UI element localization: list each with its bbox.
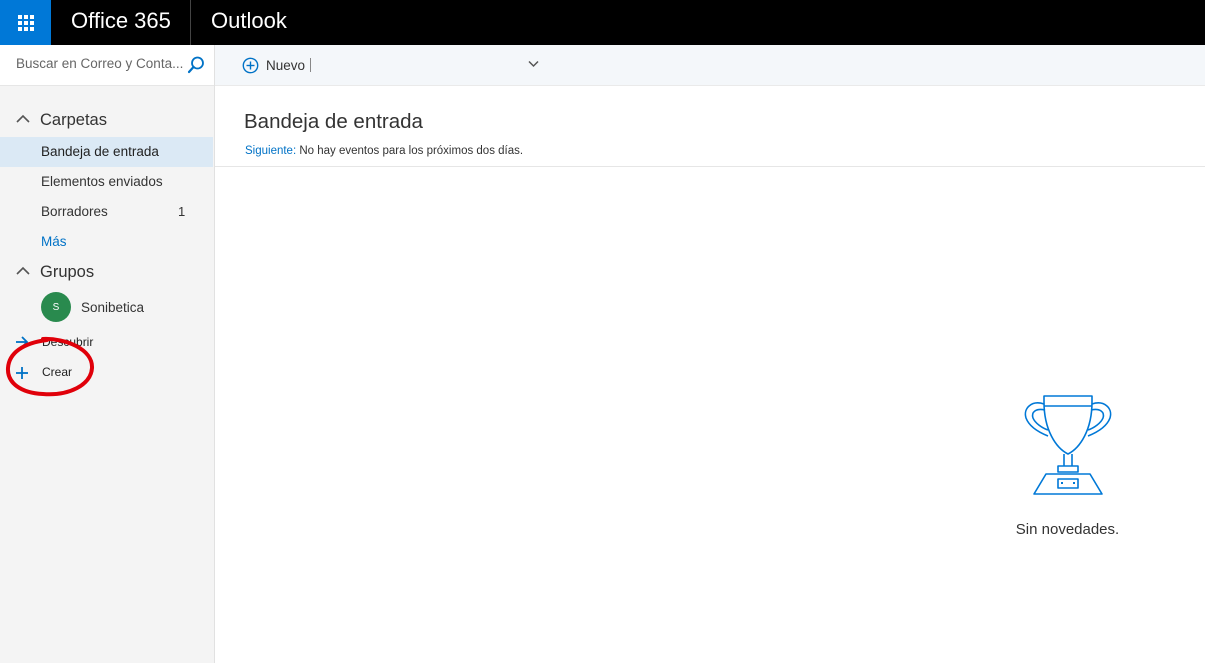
search-icon[interactable] xyxy=(186,55,206,75)
next-events-text: No hay eventos para los próximos dos día… xyxy=(296,145,524,157)
plus-icon xyxy=(16,367,28,379)
search-box xyxy=(0,45,214,86)
next-events-link[interactable]: Siguiente: xyxy=(245,145,296,157)
inbox-header: Bandeja de entrada Siguiente: No hay eve… xyxy=(215,86,1205,167)
arrow-right-icon xyxy=(16,336,29,348)
folder-label: Borradores xyxy=(41,204,108,219)
folder-inbox[interactable]: Bandeja de entrada xyxy=(0,137,213,167)
page-title: Bandeja de entrada xyxy=(244,110,423,133)
chevron-up-icon xyxy=(16,266,30,275)
group-label: Sonibetica xyxy=(81,300,145,315)
folder-drafts[interactable]: Borradores 1 xyxy=(0,197,213,227)
groups-section-header[interactable]: Grupos xyxy=(0,257,214,287)
add-circle-icon xyxy=(242,57,259,73)
chevron-down-icon[interactable] xyxy=(528,60,539,68)
button-divider xyxy=(310,58,312,72)
upcoming-events-notice: Siguiente: No hay eventos para los próxi… xyxy=(245,145,523,157)
search-input[interactable] xyxy=(16,56,186,71)
trophy-icon xyxy=(1024,395,1112,495)
discover-groups-link[interactable]: Descubrir xyxy=(0,330,213,356)
new-message-button[interactable]: Nuevo xyxy=(242,54,312,76)
outlook-app-title[interactable]: Outlook xyxy=(211,0,287,45)
folder-label: Más xyxy=(41,234,67,249)
chevron-up-icon xyxy=(16,114,30,123)
sidebar: Carpetas Bandeja de entrada Elementos en… xyxy=(0,45,215,663)
groups-heading: Grupos xyxy=(40,262,95,281)
folder-more-link[interactable]: Más xyxy=(0,227,213,257)
empty-state-message: Sin novedades. xyxy=(1015,521,1120,538)
folder-sent-items[interactable]: Elementos enviados xyxy=(0,167,213,197)
group-avatar: S xyxy=(41,292,71,322)
waffle-icon xyxy=(17,14,34,31)
top-bar: Office 365 Outlook xyxy=(0,0,1205,45)
folders-heading: Carpetas xyxy=(40,110,107,129)
create-group-button[interactable]: Crear xyxy=(0,360,213,386)
create-label: Crear xyxy=(42,365,73,379)
unread-count-badge: 1 xyxy=(178,204,186,219)
folder-label: Elementos enviados xyxy=(41,174,163,189)
folder-label: Bandeja de entrada xyxy=(41,144,159,159)
office-365-brand[interactable]: Office 365 xyxy=(71,0,171,45)
folders-section-header[interactable]: Carpetas xyxy=(0,105,214,135)
new-label: Nuevo xyxy=(266,57,306,73)
topbar-divider xyxy=(190,0,191,45)
command-toolbar: Nuevo xyxy=(215,45,1205,86)
discover-label: Descubrir xyxy=(42,335,94,349)
app-launcher-button[interactable] xyxy=(0,0,51,45)
group-item-sonibetica[interactable]: S Sonibetica xyxy=(0,289,213,325)
